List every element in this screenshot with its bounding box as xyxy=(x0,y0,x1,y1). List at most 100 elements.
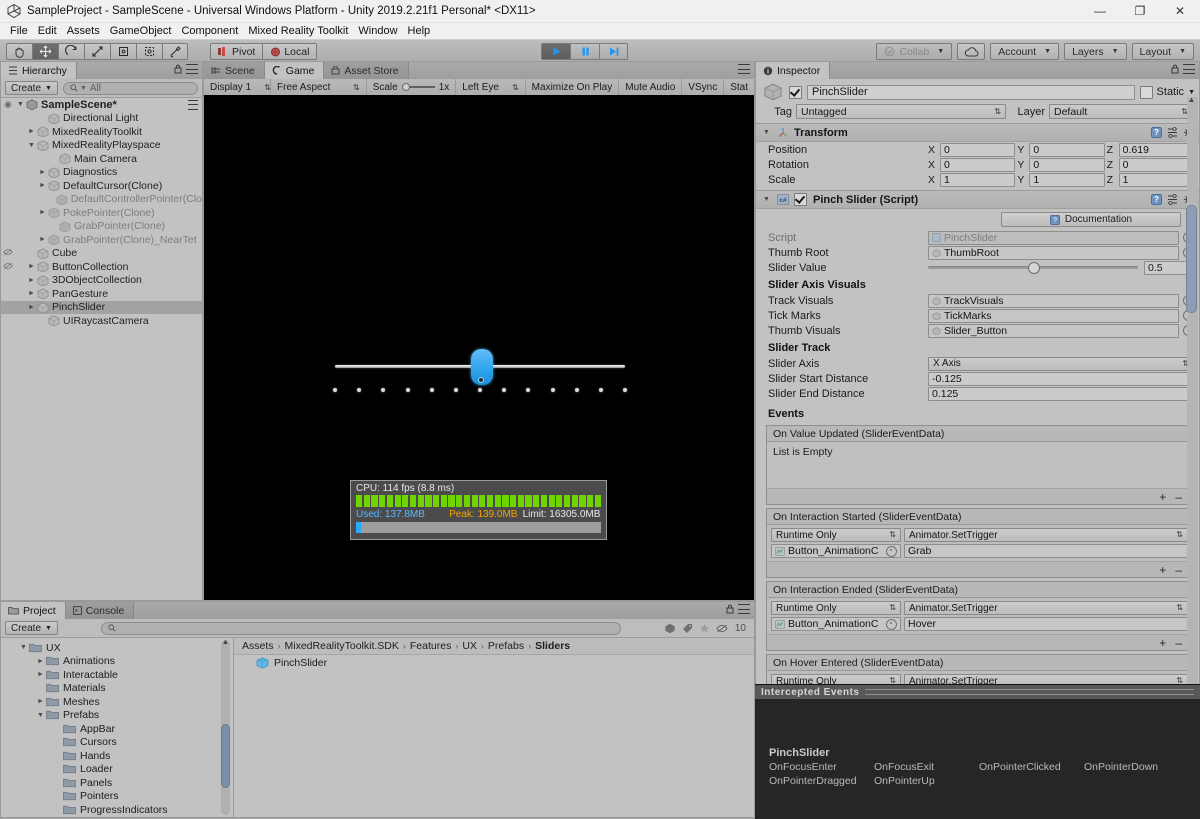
transform-scale-x-input[interactable]: 1 xyxy=(940,172,1016,187)
pivot-toggle-button[interactable]: Pivot xyxy=(210,43,263,60)
maximize-button[interactable]: ❐ xyxy=(1120,0,1160,22)
preset-icon[interactable] xyxy=(1167,127,1178,138)
menu-item-gameobject[interactable]: GameObject xyxy=(105,23,177,39)
project-folder-prefabs[interactable]: ▼ Prefabs xyxy=(1,709,233,723)
thumb-visuals-objectfield[interactable]: Slider_Button xyxy=(928,323,1179,338)
event-add-button[interactable]: + xyxy=(1159,636,1166,650)
collab-button[interactable]: Collab ▼ xyxy=(876,43,953,60)
hidden-icon[interactable] xyxy=(716,623,729,634)
event-argument-input[interactable]: Hover xyxy=(904,617,1188,631)
local-toggle-button[interactable]: Local xyxy=(262,43,318,60)
pinch-slider-foldout-icon[interactable]: ▼ xyxy=(761,196,772,203)
slider-value-knob[interactable] xyxy=(1028,261,1040,274)
tab-inspector[interactable]: Inspector xyxy=(756,62,831,79)
menu-item-assets[interactable]: Assets xyxy=(62,23,105,39)
layer-dropdown[interactable]: Default ⇅ xyxy=(1049,104,1193,119)
inspector-scroll-thumb[interactable] xyxy=(1186,205,1197,313)
hierarchy-item-defaultcontrollerpointer-clo[interactable]: ► DefaultControllerPointer(Clo xyxy=(1,193,202,207)
hierarchy-create-button[interactable]: Create ▼ xyxy=(5,81,58,95)
minimize-button[interactable]: — xyxy=(1080,0,1120,22)
event-add-button[interactable]: + xyxy=(1159,563,1166,577)
custom-tool-button[interactable] xyxy=(162,43,188,60)
foldout-arrow-icon[interactable]: ► xyxy=(26,277,37,284)
transform-scale-z-input[interactable]: 1 xyxy=(1118,172,1194,187)
breadcrumb-item-features[interactable]: Features xyxy=(410,640,451,652)
foldout-arrow-icon[interactable]: ► xyxy=(35,671,46,678)
transform-rotation-x-input[interactable]: 0 xyxy=(940,157,1016,172)
hierarchy-item-main-camera[interactable]: ► Main Camera xyxy=(1,152,202,166)
transform-component-header[interactable]: ▼ Transform ? xyxy=(756,123,1199,142)
thumb-root-objectfield[interactable]: ThumbRoot xyxy=(928,245,1179,260)
scroll-up-arrow-icon[interactable]: ▲ xyxy=(1187,95,1196,104)
scale-slider-track[interactable] xyxy=(401,83,435,91)
hierarchy-item-3dobjectcollection[interactable]: ► 3DObjectCollection xyxy=(1,274,202,288)
foldout-arrow-icon[interactable]: ► xyxy=(37,169,48,176)
visibility-toggle-icon[interactable] xyxy=(1,262,15,272)
hierarchy-item-grabpointer-clone[interactable]: ► GrabPointer(Clone) xyxy=(1,220,202,234)
project-menu-icon[interactable] xyxy=(738,604,750,614)
asset-item-pinchslider[interactable]: PinchSlider xyxy=(234,655,754,670)
project-folder-animations[interactable]: ► Animations xyxy=(1,655,233,669)
static-checkbox[interactable] xyxy=(1139,85,1153,99)
menu-item-window[interactable]: Window xyxy=(353,23,402,39)
game-menu-icon[interactable] xyxy=(738,64,750,74)
eye-dropdown[interactable]: Left Eye ⇅ xyxy=(456,79,526,95)
hand-tool-button[interactable] xyxy=(6,43,32,60)
foldout-arrow-icon[interactable]: ► xyxy=(37,209,48,216)
hierarchy-scene-row[interactable]: ◉ ▼ SampleScene* xyxy=(1,98,202,112)
hierarchy-search-input[interactable]: ▼ All xyxy=(62,81,198,95)
foldout-arrow-icon[interactable]: ► xyxy=(26,128,37,135)
hierarchy-item-directional-light[interactable]: ► Directional Light xyxy=(1,112,202,126)
event-argument-input[interactable]: Grab xyxy=(904,544,1188,558)
account-button[interactable]: Account ▼ xyxy=(990,43,1060,60)
foldout-arrow-icon[interactable]: ► xyxy=(26,290,37,297)
project-folder-loader[interactable]: ► Loader xyxy=(1,763,233,777)
event-mode-dropdown[interactable]: Runtime Only ⇅ xyxy=(771,528,901,542)
event-target-select-icon[interactable] xyxy=(886,545,897,557)
hierarchy-item-grabpointer-clone-neartet[interactable]: ► GrabPointer(Clone)_NearTet xyxy=(1,233,202,247)
event-target-objectfield[interactable]: Button_AnimationC xyxy=(771,544,901,558)
aspect-dropdown[interactable]: Free Aspect ⇅ xyxy=(271,79,367,95)
maximize-on-play-button[interactable]: Maximize On Play xyxy=(526,79,620,95)
hierarchy-item-defaultcursor-clone[interactable]: ► DefaultCursor(Clone) xyxy=(1,179,202,193)
hierarchy-item-pinchslider[interactable]: ► PinchSlider xyxy=(1,300,202,314)
transform-tool-button[interactable] xyxy=(136,43,162,60)
project-folder-ux[interactable]: ▼ UX xyxy=(1,641,233,655)
project-folder-slate[interactable]: ►Slate xyxy=(1,817,233,818)
breadcrumb-item-prefabs[interactable]: Prefabs xyxy=(488,640,524,652)
tag-dropdown[interactable]: Untagged ⇅ xyxy=(796,104,1006,119)
search-by-label-icon[interactable] xyxy=(682,623,693,634)
scene-expand-icon[interactable]: ▼ xyxy=(15,101,26,108)
event-mode-dropdown[interactable]: Runtime Only ⇅ xyxy=(771,601,901,615)
menu-item-mixed-reality-toolkit[interactable]: Mixed Reality Toolkit xyxy=(243,23,353,39)
hierarchy-item-uiraycastcamera[interactable]: ► UIRaycastCamera xyxy=(1,314,202,328)
transform-position-z-input[interactable]: 0.619 xyxy=(1118,142,1194,157)
hierarchy-item-mixedrealitytoolkit[interactable]: ► MixedRealityToolkit xyxy=(1,125,202,139)
hierarchy-item-pangesture[interactable]: ► PanGesture xyxy=(1,287,202,301)
event-remove-button[interactable]: – xyxy=(1175,563,1182,577)
transform-position-y-input[interactable]: 0 xyxy=(1029,142,1105,157)
tab-scene[interactable]: Scene xyxy=(204,62,265,79)
project-create-button[interactable]: Create ▼ xyxy=(5,621,58,635)
pause-button[interactable] xyxy=(570,43,599,60)
breadcrumb-item-ux[interactable]: UX xyxy=(462,640,477,652)
hierarchy-menu-icon[interactable] xyxy=(186,64,198,74)
project-folder-interactable[interactable]: ► Interactable xyxy=(1,668,233,682)
hierarchy-item-cube[interactable]: ► Cube xyxy=(1,247,202,261)
stats-button[interactable]: Stat xyxy=(724,79,754,95)
scene-menu-icon[interactable] xyxy=(188,99,198,110)
move-tool-button[interactable] xyxy=(32,43,58,60)
slider-value-control[interactable]: 0.5 xyxy=(928,260,1194,275)
event-target-select-icon[interactable] xyxy=(886,618,897,630)
visibility-toggle-icon[interactable] xyxy=(1,248,15,258)
project-folder-materials[interactable]: ► Materials xyxy=(1,682,233,696)
preset-icon[interactable] xyxy=(1167,194,1178,205)
pinch-slider-component-header[interactable]: ▼ c# Pinch Slider (Script) ? xyxy=(756,190,1199,209)
transform-foldout-icon[interactable]: ▼ xyxy=(761,129,772,136)
track-visuals-objectfield[interactable]: TrackVisuals xyxy=(928,293,1179,308)
foldout-arrow-icon[interactable]: ► xyxy=(37,236,48,243)
project-folder-panels[interactable]: ► Panels xyxy=(1,776,233,790)
layout-button[interactable]: Layout ▼ xyxy=(1131,43,1194,60)
menu-item-help[interactable]: Help xyxy=(403,23,436,39)
foldout-arrow-icon[interactable]: ▼ xyxy=(35,712,46,719)
